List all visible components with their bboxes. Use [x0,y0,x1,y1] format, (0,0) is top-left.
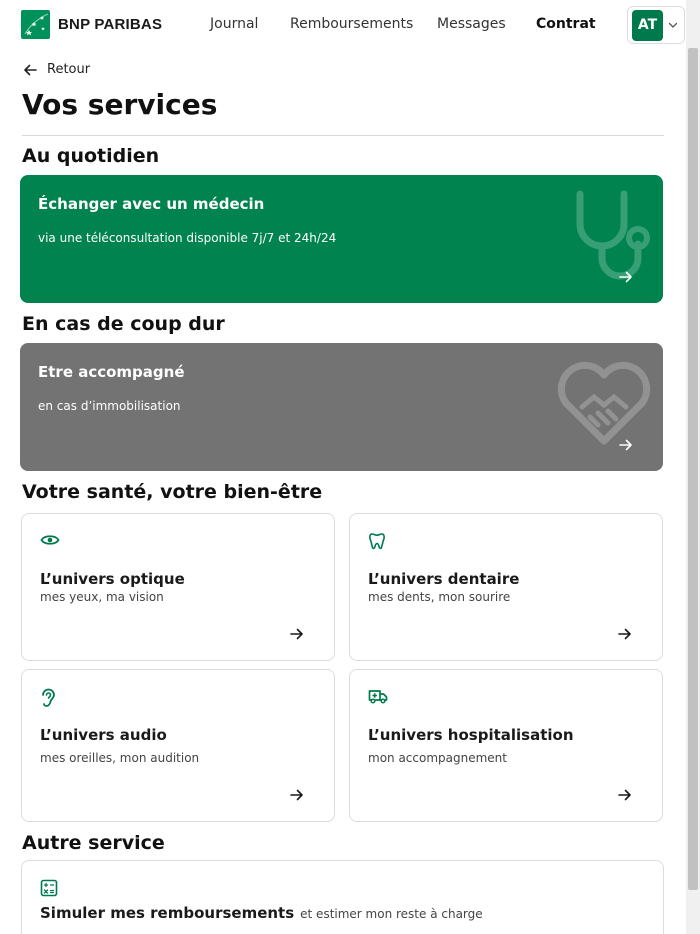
card-title: L’univers audio [40,726,167,744]
logo-stars-icon [21,10,50,39]
section-title-health: Votre santé, votre bien-être [22,481,323,503]
bnp-paribas-logo[interactable]: BNP PARIBAS [21,10,162,39]
arrow-right-icon [618,789,631,801]
back-link[interactable]: Retour [23,62,90,77]
section-title-daily: Au quotidien [22,145,160,167]
card-subtitle: et estimer mon reste à charge [300,907,483,921]
support-card[interactable]: Etre accompagné en cas d’immobilisation [20,343,663,471]
scrollbar-thumb[interactable] [688,48,698,890]
card-title: Simuler mes remboursements [40,904,295,922]
brand-name: BNP PARIBAS [58,16,163,33]
heart-handshake-icon [557,361,651,445]
arrow-right-icon [619,439,632,451]
divider [22,135,664,136]
nav-remboursements[interactable]: Remboursements [290,16,413,32]
card-title: Échanger avec un médecin [38,195,265,213]
card-subtitle: mes yeux, ma vision [40,590,164,604]
card-subtitle: en cas d’immobilisation [38,399,181,413]
stethoscope-icon [576,190,650,280]
page-title: Vos services [22,88,218,121]
nav-contrat[interactable]: Contrat [536,16,596,32]
avatar: AT [632,9,663,41]
section-title-other: Autre service [22,832,165,854]
card-subtitle: mes oreilles, mon audition [40,751,200,765]
ear-icon [42,688,55,707]
arrow-right-icon [290,789,303,801]
user-menu-button[interactable]: AT [627,6,685,44]
dentaire-card[interactable]: L’univers dentaire mes dents, mon sourir… [349,513,663,661]
hospitalisation-card[interactable]: L’univers hospitalisation mon accompagne… [349,669,663,822]
card-subtitle: mes dents, mon sourire [368,590,511,604]
section-title-hard-times: En cas de coup dur [22,313,225,335]
calculator-icon [40,879,58,897]
simulation-card[interactable]: Simuler mes remboursements et estimer mo… [21,860,664,934]
card-subtitle: via une téléconsultation disponible 7j/7… [38,231,337,245]
back-label: Retour [47,62,91,77]
nav-messages[interactable]: Messages [437,16,506,32]
card-title: L’univers dentaire [368,570,520,588]
ambulance-icon [368,690,388,704]
card-subtitle: mon accompagnement [368,751,507,765]
top-header: BNP PARIBAS Journal Remboursements Messa… [0,0,686,50]
arrow-right-icon [619,271,632,283]
arrow-left-icon [24,64,37,75]
card-title: L’univers optique [40,570,185,588]
audio-card[interactable]: L’univers audio mes oreilles, mon auditi… [21,669,335,822]
scrollbar[interactable] [686,0,700,934]
tooth-icon [369,533,385,550]
card-title: L’univers hospitalisation [368,726,574,744]
nav-journal[interactable]: Journal [210,16,258,32]
teleconsultation-card[interactable]: Échanger avec un médecin via une télécon… [20,175,663,303]
simulation-line: Simuler mes remboursements et estimer mo… [40,904,483,922]
chevron-down-icon [668,22,678,28]
card-title: Etre accompagné [38,363,185,381]
arrow-right-icon [618,628,631,640]
arrow-right-icon [290,628,303,640]
eye-icon [40,535,60,545]
optique-card[interactable]: L’univers optique mes yeux, ma vision [21,513,335,661]
